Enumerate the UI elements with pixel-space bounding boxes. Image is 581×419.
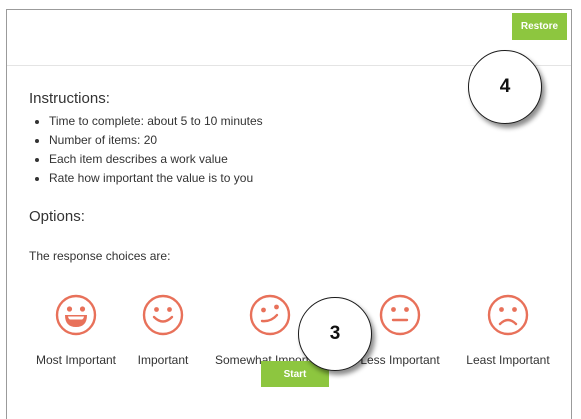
options-heading: Options: (29, 208, 85, 225)
instructions-list: Time to complete: about 5 to 10 minutes … (32, 112, 263, 188)
frowning-face-icon (487, 294, 529, 336)
instructions-heading: Instructions: (29, 90, 110, 107)
restore-button[interactable]: Restore (512, 13, 567, 40)
list-item: Rate how important the value is to you (32, 169, 263, 188)
laughing-face-icon (55, 294, 97, 336)
choice-label: Important (137, 353, 189, 367)
response-choice-important: Important (108, 294, 218, 367)
response-choices-intro: The response choices are: (29, 249, 171, 263)
neutral-face-icon (379, 294, 421, 336)
list-item: Time to complete: about 5 to 10 minutes (32, 112, 263, 131)
response-choice-least-important: Least Important (453, 294, 563, 367)
smirking-face-icon (249, 294, 291, 336)
callout-marker-3: 3 (298, 297, 372, 371)
list-item: Each item describes a work value (32, 150, 263, 169)
smiling-face-icon (142, 294, 184, 336)
callout-marker-4: 4 (468, 50, 542, 124)
choice-label: Least Important (466, 353, 550, 367)
list-item: Number of items: 20 (32, 131, 263, 150)
